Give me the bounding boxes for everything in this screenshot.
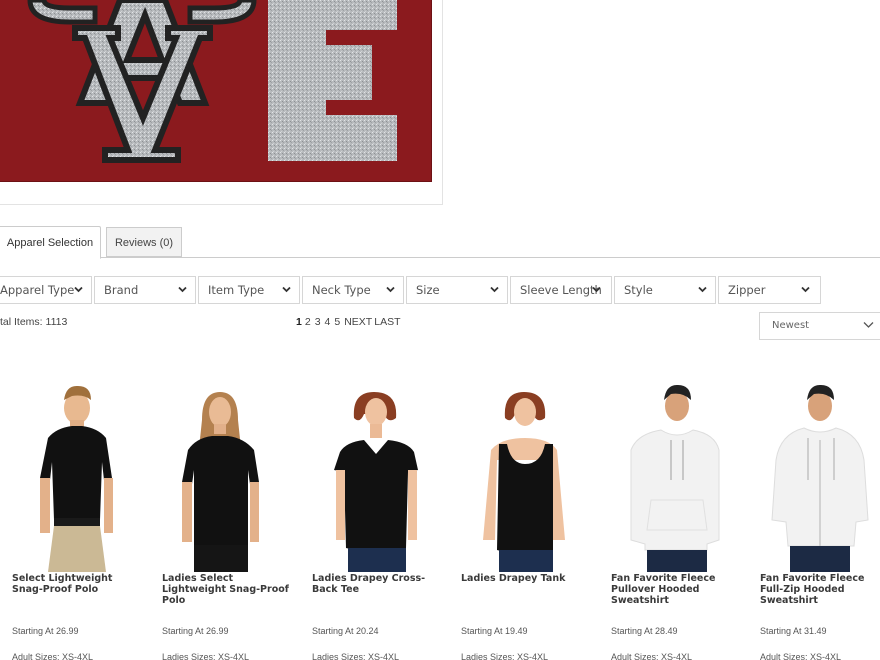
product-name[interactable]: Ladies Drapey Cross-Back Tee — [312, 573, 442, 595]
total-items: tal Items: 1113 — [0, 316, 68, 328]
chevron-down-icon — [178, 286, 187, 293]
chevron-down-icon — [282, 286, 291, 293]
chevron-down-icon — [863, 322, 874, 328]
chevron-down-icon — [801, 286, 810, 293]
product-price: Starting At 28.49 — [611, 626, 678, 636]
filter-style[interactable]: Style — [614, 276, 716, 304]
filter-label: Size — [416, 283, 440, 297]
product-name[interactable]: Fan Favorite Fleece Full-Zip Hooded Swea… — [760, 573, 880, 606]
filter-label: Zipper — [728, 283, 766, 297]
product-image-man-white-hoodie[interactable] — [611, 380, 751, 572]
filter-label: Apparel Type — [0, 283, 75, 297]
page-5[interactable]: 5 — [334, 316, 340, 328]
sort-select[interactable]: Newest — [759, 312, 880, 340]
filter-item-type[interactable]: Item Type — [198, 276, 300, 304]
tab-bar: Apparel Selection Reviews (0) — [0, 226, 880, 259]
filter-neck-type[interactable]: Neck Type — [302, 276, 404, 304]
page-2[interactable]: 2 — [305, 316, 311, 328]
product-card[interactable]: Select Lightweight Snag-Proof Polo Start… — [12, 380, 152, 660]
product-sizes: Adult Sizes: XS-4XL — [760, 652, 842, 660]
product-image-man-white-zip-hoodie[interactable] — [760, 380, 880, 572]
product-card[interactable]: Ladies Select Lightweight Snag-Proof Pol… — [162, 380, 302, 660]
filter-sleeve-length[interactable]: Sleeve Length — [510, 276, 612, 304]
product-image-woman-black-tank[interactable] — [461, 380, 601, 572]
product-name[interactable]: Fan Favorite Fleece Pullover Hooded Swea… — [611, 573, 741, 606]
product-price: Starting At 20.24 — [312, 626, 379, 636]
banner-image — [0, 0, 432, 182]
filter-label: Style — [624, 283, 653, 297]
product-name[interactable]: Select Lightweight Snag-Proof Polo — [12, 573, 142, 595]
product-card[interactable]: Fan Favorite Fleece Pullover Hooded Swea… — [611, 380, 751, 660]
chevron-down-icon — [490, 286, 499, 293]
page-last[interactable]: LAST — [374, 316, 400, 328]
product-name[interactable]: Ladies Select Lightweight Snag-Proof Pol… — [162, 573, 292, 606]
chevron-down-icon — [74, 286, 83, 293]
product-name[interactable]: Ladies Drapey Tank — [461, 573, 591, 584]
filter-label: Item Type — [208, 283, 265, 297]
product-sizes: Ladies Sizes: XS-4XL — [312, 652, 400, 660]
product-price: Starting At 31.49 — [760, 626, 827, 636]
filter-zipper[interactable]: Zipper — [718, 276, 821, 304]
product-sizes: Adult Sizes: XS-4XL — [12, 652, 94, 660]
product-card[interactable]: Ladies Drapey Tank Starting At 19.49 Lad… — [461, 380, 601, 660]
page-4[interactable]: 4 — [325, 316, 331, 328]
filter-label: Brand — [104, 283, 139, 297]
filter-label: Sleeve Length — [520, 283, 602, 297]
pagination: 1 2 3 4 5 NEXT LAST — [296, 316, 405, 328]
product-image-woman-black-polo[interactable] — [162, 380, 302, 572]
filter-apparel-type[interactable]: Apparel Type — [0, 276, 92, 304]
filter-label: Neck Type — [312, 283, 371, 297]
page-next[interactable]: NEXT — [344, 316, 372, 328]
product-price: Starting At 19.49 — [461, 626, 528, 636]
sort-selected: Newest — [772, 320, 810, 331]
chevron-down-icon — [386, 286, 395, 293]
product-image-woman-black-tee[interactable] — [312, 380, 452, 572]
tab-reviews[interactable]: Reviews (0) — [106, 227, 182, 257]
product-sizes: Adult Sizes: XS-4XL — [611, 652, 693, 660]
product-card[interactable]: Ladies Drapey Cross-Back Tee Starting At… — [312, 380, 452, 660]
product-sizes: Ladies Sizes: XS-4XL — [461, 652, 549, 660]
ve-logo-graphic — [27, 0, 397, 163]
chevron-down-icon — [698, 286, 707, 293]
product-card[interactable]: Fan Favorite Fleece Full-Zip Hooded Swea… — [760, 380, 880, 660]
page-3[interactable]: 3 — [315, 316, 321, 328]
product-price: Starting At 26.99 — [12, 626, 79, 636]
filter-size[interactable]: Size — [406, 276, 508, 304]
product-price: Starting At 26.99 — [162, 626, 229, 636]
product-image-man-black-polo[interactable] — [12, 380, 152, 572]
product-sizes: Ladies Sizes: XS-4XL — [162, 652, 250, 660]
tab-apparel-selection[interactable]: Apparel Selection — [0, 226, 101, 259]
page-1[interactable]: 1 — [296, 316, 302, 328]
filter-brand[interactable]: Brand — [94, 276, 196, 304]
chevron-down-icon — [592, 286, 601, 293]
